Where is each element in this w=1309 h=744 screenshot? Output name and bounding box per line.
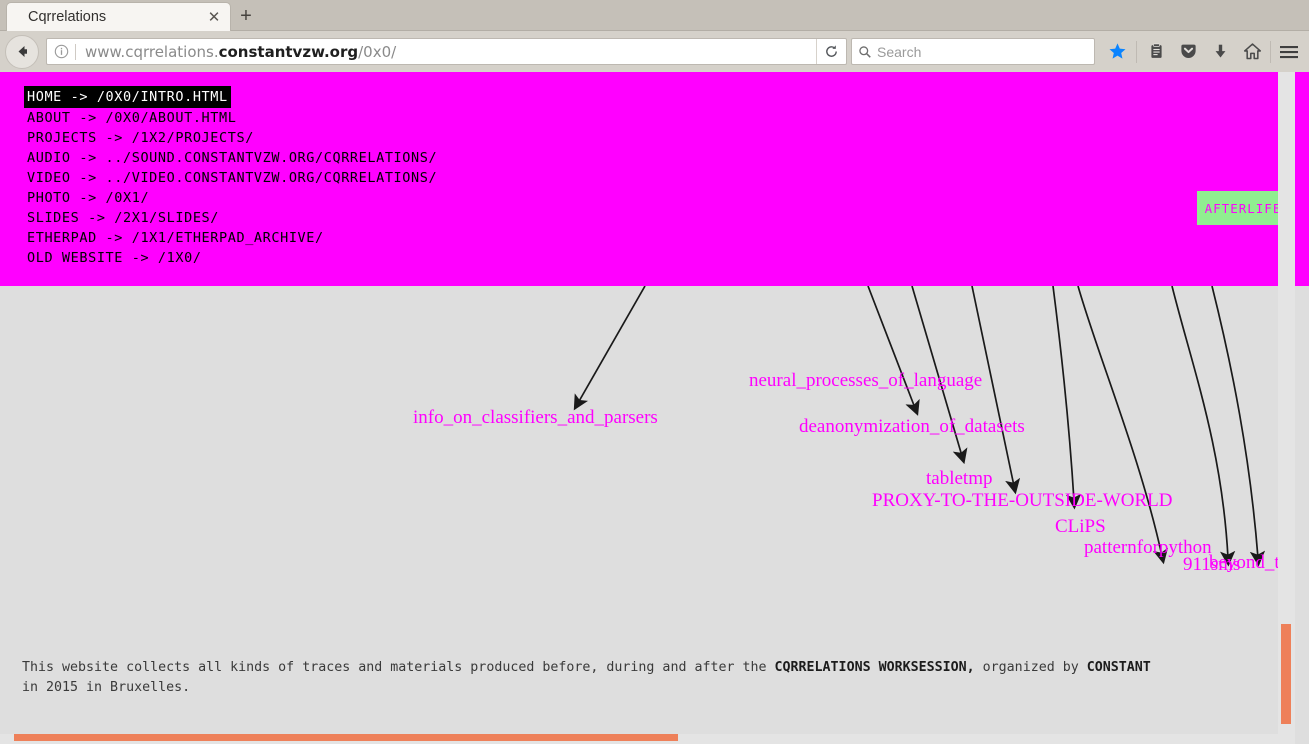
nav-link-photo[interactable]: PHOTO -> /0X1/ (27, 188, 437, 208)
p1-constant-emphasis: CONSTANT (1086, 660, 1151, 675)
intro-text: This website collects all kinds of trace… (22, 618, 1272, 744)
browser-tab[interactable]: Cqrrelations ✕ (6, 2, 231, 31)
search-icon (852, 45, 872, 59)
reader-list-icon[interactable] (1140, 35, 1172, 69)
nav-link-home[interactable]: HOME -> /0X0/INTRO.HTML (24, 86, 231, 108)
tab-title: Cqrrelations (28, 9, 107, 25)
p1-worksession-emphasis: CQRRELATIONS WORKSESSION, (774, 660, 975, 675)
p1-part-e: in 2015 in Bruxelles. (22, 680, 191, 695)
nav-link-etherpad[interactable]: ETHERPAD -> /1X1/ETHERPAD_ARCHIVE/ (27, 228, 437, 248)
back-button[interactable] (5, 34, 39, 69)
graph-diagram: info_on_classifiers_and_parsers neural_p… (0, 286, 1278, 616)
p1-part-a: This website collects all kinds of trace… (22, 660, 775, 675)
home-icon[interactable] (1236, 35, 1268, 69)
page-info-icon[interactable] (47, 39, 75, 64)
intro-paragraph-1: This website collects all kinds of trace… (22, 658, 1272, 698)
node-neural-processes-of-language[interactable]: neural_processes_of_language (749, 370, 982, 392)
nav-link-video[interactable]: VIDEO -> ../VIDEO.CONSTANTVZW.ORG/CQRREL… (27, 168, 437, 188)
nav-link-about[interactable]: ABOUT -> /0X0/ABOUT.HTML (27, 108, 437, 128)
back-arrow-icon (18, 46, 27, 57)
pocket-shield-icon[interactable] (1172, 35, 1204, 69)
search-placeholder: Search (877, 43, 922, 60)
nav-link-audio[interactable]: AUDIO -> ../SOUND.CONSTANTVZW.ORG/CQRREL… (27, 148, 437, 168)
node-info-on-classifiers-and-parsers[interactable]: info_on_classifiers_and_parsers (413, 407, 658, 429)
new-tab-button[interactable]: + (232, 3, 260, 29)
browser-chrome: Cqrrelations ✕ + www.cqrrelations.consta… (0, 0, 1309, 72)
close-icon[interactable]: ✕ (202, 5, 226, 29)
node-proxy-to-the-outside-world[interactable]: PROXY-TO-THE-OUTSIDE-WORLD (872, 490, 1172, 512)
node-beyond-t[interactable]: beyond_t (1209, 552, 1278, 574)
star-icon[interactable] (1101, 35, 1133, 69)
toolbar-divider (1136, 40, 1137, 63)
tab-strip: Cqrrelations ✕ + (0, 0, 1309, 31)
site-nav-block: HOME -> /0X0/INTRO.HTML ABOUT -> /0X0/AB… (0, 72, 1309, 286)
url-text: www.cqrrelations.constantvzw.org/0x0/ (85, 42, 397, 61)
node-tabletmp[interactable]: tabletmp (926, 468, 992, 490)
nav-link-projects[interactable]: PROJECTS -> /1X2/PROJECTS/ (27, 128, 437, 148)
hamburger-menu-icon[interactable] (1273, 35, 1305, 69)
site-nav-list: HOME -> /0X0/INTRO.HTML ABOUT -> /0X0/AB… (24, 86, 437, 268)
search-input[interactable]: Search (851, 38, 1095, 65)
download-arrow-icon[interactable] (1204, 35, 1236, 69)
page-content: HOME -> /0X0/INTRO.HTML ABOUT -> /0X0/AB… (0, 72, 1309, 744)
vertical-scrollbar-thumb[interactable] (1281, 624, 1291, 724)
horizontal-scrollbar-thumb[interactable] (14, 734, 678, 741)
nav-link-old-website[interactable]: OLD WEBSITE -> /1X0/ (27, 248, 437, 268)
page-viewport: HOME -> /0X0/INTRO.HTML ABOUT -> /0X0/AB… (0, 72, 1309, 744)
node-deanonymization-of-datasets[interactable]: deanonymization_of_datasets (799, 416, 1025, 438)
graph-arrows (573, 286, 1266, 567)
url-bar[interactable]: www.cqrrelations.constantvzw.org/0x0/ (46, 38, 847, 65)
toolbar-divider-2 (1270, 40, 1271, 63)
navigation-toolbar: www.cqrrelations.constantvzw.org/0x0/ Se… (0, 31, 1309, 72)
node-clips[interactable]: CLiPS (1055, 516, 1106, 538)
p1-part-c: organized by (974, 660, 1087, 675)
nav-link-slides[interactable]: SLIDES -> /2X1/SLIDES/ (27, 208, 437, 228)
reload-icon[interactable] (816, 39, 846, 64)
afterlife-button[interactable]: AFTERLIFE (1197, 191, 1289, 225)
